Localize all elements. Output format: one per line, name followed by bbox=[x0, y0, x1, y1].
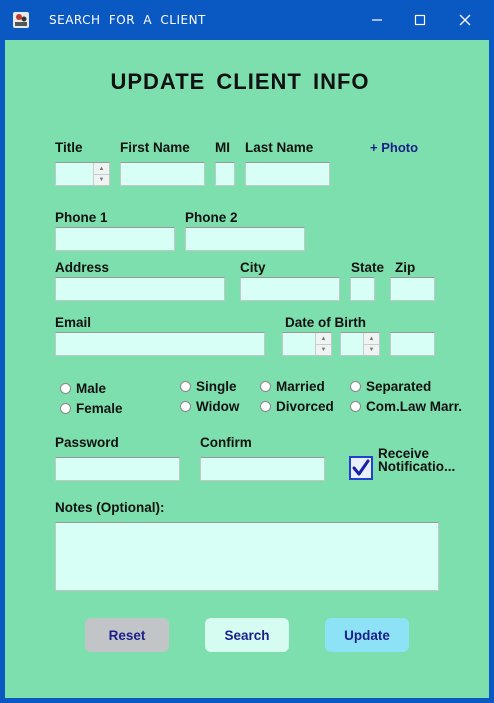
password-label: Password bbox=[55, 435, 119, 450]
notes-label: Notes (Optional): bbox=[55, 500, 165, 515]
radio-married[interactable] bbox=[260, 381, 271, 392]
notes-textarea[interactable] bbox=[55, 522, 439, 591]
email-field[interactable] bbox=[55, 332, 265, 356]
separated-label: Separated bbox=[366, 379, 432, 394]
phone2-label: Phone 2 bbox=[185, 210, 238, 225]
spinner-down-icon[interactable]: ▼ bbox=[316, 344, 331, 355]
radio-common-law[interactable] bbox=[350, 401, 361, 412]
form-panel bbox=[5, 40, 489, 698]
female-label: Female bbox=[76, 401, 123, 416]
state-label: State bbox=[351, 260, 385, 275]
minimize-icon bbox=[372, 19, 382, 21]
title-label: Title bbox=[55, 140, 83, 155]
dob-day-arrows[interactable]: ▲ ▼ bbox=[363, 333, 379, 355]
confirm-password-field[interactable] bbox=[200, 457, 325, 481]
city-label: City bbox=[240, 260, 266, 275]
single-label: Single bbox=[196, 379, 237, 394]
title-bar: SEARCH FOR A CLIENT bbox=[0, 0, 494, 40]
spinner-down-icon[interactable]: ▼ bbox=[364, 344, 379, 355]
dob-month-arrows[interactable]: ▲ ▼ bbox=[315, 333, 331, 355]
city-field[interactable] bbox=[240, 277, 340, 301]
zip-label: Zip bbox=[395, 260, 416, 275]
radio-separated[interactable] bbox=[350, 381, 361, 392]
email-label: Email bbox=[55, 315, 92, 330]
notify-label-line2: Notificatio... bbox=[378, 459, 456, 474]
maximize-button[interactable] bbox=[407, 8, 433, 32]
dob-month-spinner[interactable]: ▲ ▼ bbox=[282, 332, 332, 356]
radio-single[interactable] bbox=[180, 381, 191, 392]
first-name-label: First Name bbox=[120, 140, 190, 155]
married-label: Married bbox=[276, 379, 325, 394]
spinner-down-icon[interactable]: ▼ bbox=[94, 174, 109, 185]
app-window: SEARCH FOR A CLIENT UPDATE CLIENT INFO T… bbox=[0, 0, 494, 703]
mi-label: MI bbox=[215, 140, 230, 155]
search-button[interactable]: Search bbox=[205, 618, 289, 652]
last-name-field[interactable] bbox=[245, 162, 330, 186]
state-field[interactable] bbox=[350, 277, 375, 301]
window-title: SEARCH FOR A CLIENT bbox=[49, 13, 206, 27]
title-spinner[interactable]: ▲ ▼ bbox=[55, 162, 110, 186]
zip-field[interactable] bbox=[390, 277, 435, 301]
phone1-label: Phone 1 bbox=[55, 210, 108, 225]
dob-year-field[interactable] bbox=[390, 332, 435, 356]
add-photo-link[interactable]: + Photo bbox=[370, 140, 418, 155]
receive-notifications-checkbox[interactable] bbox=[349, 456, 373, 480]
phone1-field[interactable] bbox=[55, 227, 175, 251]
address-label: Address bbox=[55, 260, 110, 275]
common-law-label: Com.Law Marr. bbox=[366, 399, 463, 414]
update-button[interactable]: Update bbox=[325, 618, 409, 652]
radio-divorced[interactable] bbox=[260, 401, 271, 412]
dob-day-spinner[interactable]: ▲ ▼ bbox=[340, 332, 380, 356]
title-spinner-arrows[interactable]: ▲ ▼ bbox=[93, 163, 109, 185]
checkmark-icon bbox=[352, 459, 370, 476]
last-name-label: Last Name bbox=[245, 140, 314, 155]
password-field[interactable] bbox=[55, 457, 180, 481]
page-title: UPDATE CLIENT INFO bbox=[110, 69, 370, 94]
confirm-label: Confirm bbox=[200, 435, 252, 450]
mi-field[interactable] bbox=[215, 162, 235, 186]
dob-label: Date of Birth bbox=[285, 315, 366, 330]
minimize-button[interactable] bbox=[364, 8, 390, 32]
close-button[interactable] bbox=[452, 8, 478, 32]
close-icon bbox=[459, 14, 471, 26]
phone2-field[interactable] bbox=[185, 227, 305, 251]
radio-male[interactable] bbox=[60, 383, 71, 394]
reset-button[interactable]: Reset bbox=[85, 618, 169, 652]
divorced-label: Divorced bbox=[276, 399, 334, 414]
widow-label: Widow bbox=[196, 399, 240, 414]
radio-female[interactable] bbox=[60, 403, 71, 414]
app-icon bbox=[12, 11, 30, 29]
maximize-icon bbox=[414, 14, 426, 26]
first-name-field[interactable] bbox=[120, 162, 205, 186]
radio-widow[interactable] bbox=[180, 401, 191, 412]
address-field[interactable] bbox=[55, 277, 225, 301]
male-label: Male bbox=[76, 381, 107, 396]
